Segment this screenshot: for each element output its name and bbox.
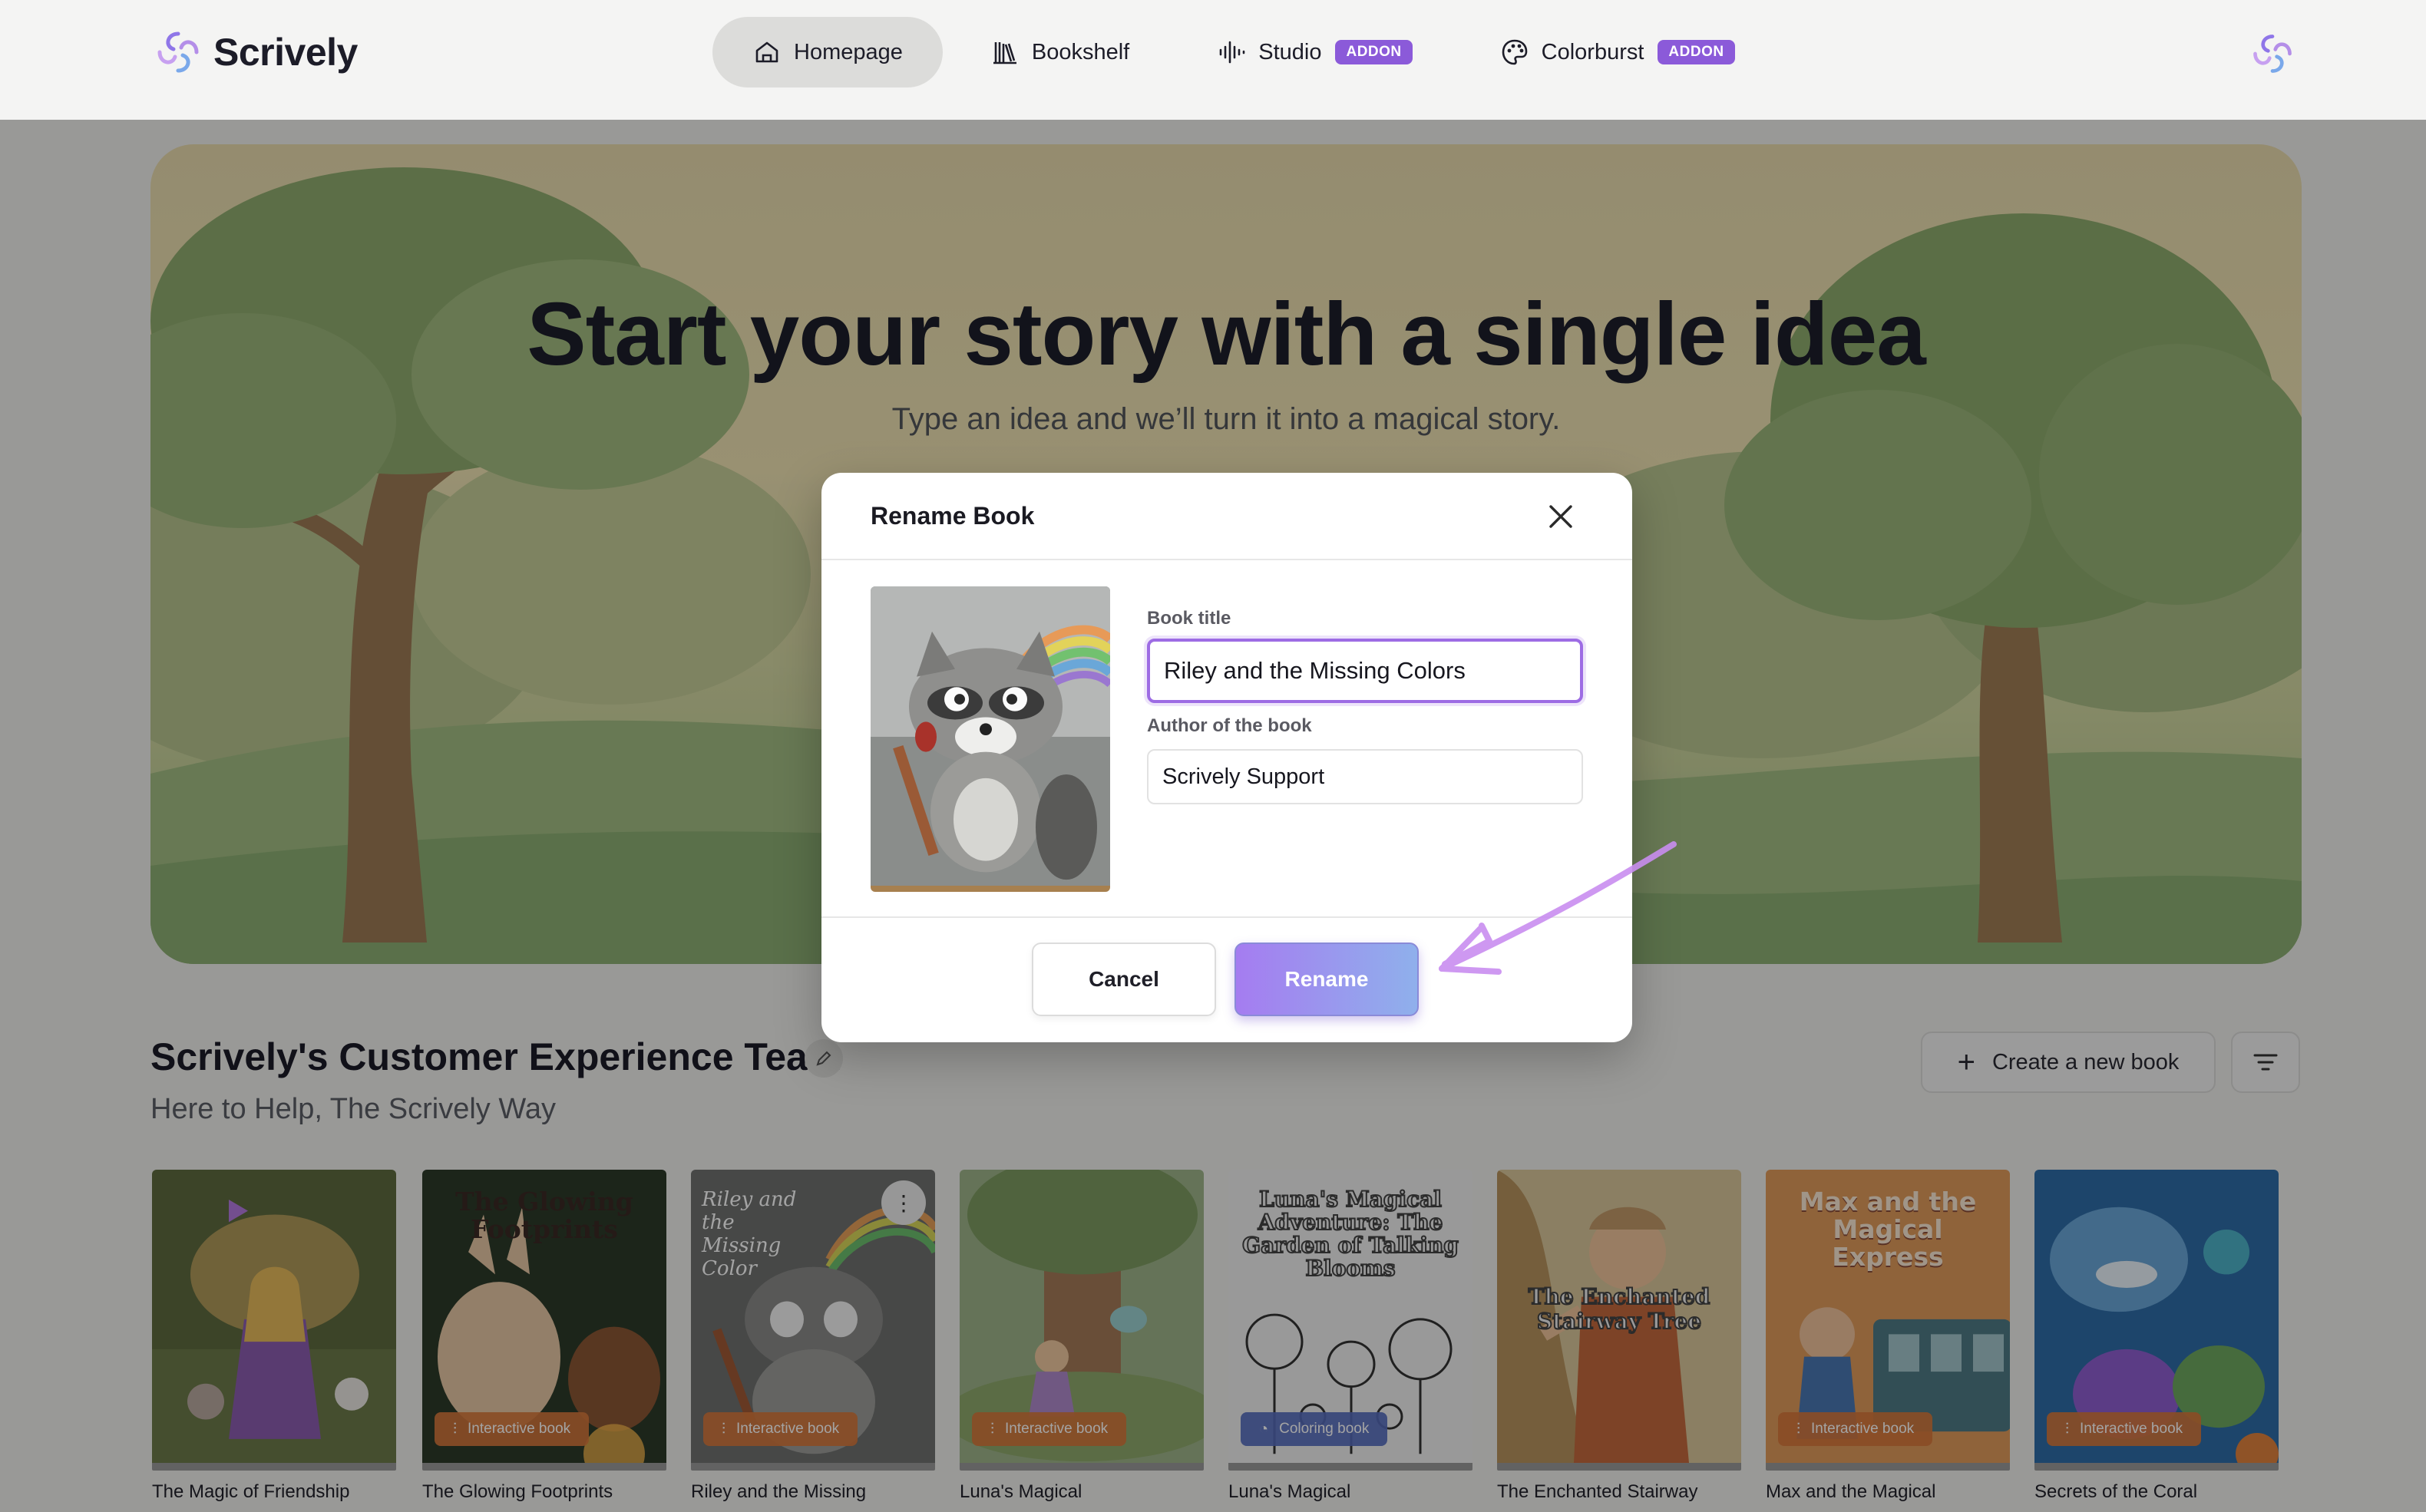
top-navigation-bar: Scrively Homepage Bookshelf Studio ADDON…	[0, 0, 2426, 120]
nav-item-bookshelf[interactable]: Bookshelf	[950, 17, 1169, 87]
nav-label: Bookshelf	[1031, 39, 1130, 64]
nav-label: Studio	[1258, 39, 1322, 64]
annotation-arrow-icon	[1439, 841, 1677, 975]
book-cover-preview	[871, 586, 1110, 892]
app-logo[interactable]: Scrively	[154, 28, 358, 77]
nav-label: Homepage	[794, 39, 903, 64]
book-title-label: Book title	[1147, 608, 1231, 629]
main-nav: Homepage Bookshelf Studio ADDON Colorbur…	[712, 17, 1783, 87]
user-avatar[interactable]	[2249, 31, 2295, 77]
palette-icon	[1502, 39, 1527, 65]
nav-item-studio[interactable]: Studio ADDON	[1177, 17, 1452, 87]
nav-item-colorburst[interactable]: Colorburst ADDON	[1460, 17, 1775, 87]
book-title-input[interactable]: Riley and the Missing Colors	[1147, 639, 1583, 703]
audio-wave-icon	[1219, 41, 1245, 64]
author-input[interactable]: Scrively Support	[1147, 749, 1583, 804]
home-icon	[755, 41, 778, 63]
nav-item-homepage[interactable]: Homepage	[712, 17, 943, 87]
addon-badge: ADDON	[1658, 40, 1735, 64]
scrively-logo-icon	[157, 31, 199, 73]
bookshelf-icon	[993, 42, 1016, 64]
close-icon[interactable]	[1543, 499, 1578, 534]
rename-button[interactable]: Rename	[1234, 943, 1419, 1016]
cancel-button[interactable]: Cancel	[1032, 943, 1216, 1016]
dialog-title: Rename Book	[871, 502, 1035, 530]
app-name: Scrively	[213, 31, 358, 74]
addon-badge: ADDON	[1335, 40, 1413, 64]
nav-label: Colorburst	[1541, 39, 1644, 64]
dialog-header: Rename Book	[821, 473, 1632, 560]
author-label: Author of the book	[1147, 715, 1312, 736]
raccoon-cover-illustration	[871, 586, 1110, 886]
